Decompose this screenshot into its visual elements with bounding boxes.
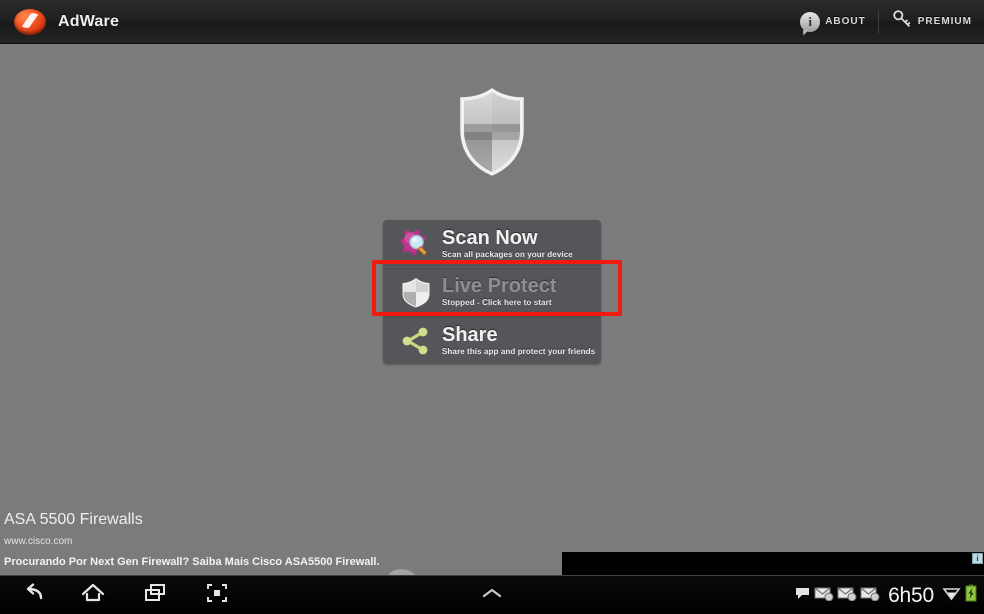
screenshot-button[interactable]	[186, 576, 248, 614]
menu-item-subtitle: Share this app and protect your friends	[442, 346, 596, 356]
menu-item-subtitle: Stopped - Click here to start	[442, 298, 552, 307]
key-icon	[891, 8, 913, 35]
ad-text-block[interactable]: ASA 5500 Firewalls www.cisco.com Procura…	[4, 510, 424, 569]
adware-oval-logo-icon	[14, 6, 46, 38]
menu-item-scan-now[interactable]: Scan Now Scan all packages on your devic…	[383, 220, 601, 268]
recent-apps-button[interactable]	[124, 576, 186, 614]
shield-icon	[456, 86, 528, 178]
chevron-up-icon	[479, 586, 505, 605]
home-icon	[80, 582, 106, 609]
app-header: AdWare i ABOUT PREMIUM	[0, 0, 984, 44]
ad-description: Procurando Por Next Gen Firewall? Saiba …	[4, 556, 380, 568]
mail-icon	[814, 585, 834, 606]
share-nodes-icon	[399, 324, 433, 358]
speech-bubble-icon	[794, 585, 811, 606]
expand-status-button[interactable]	[472, 576, 512, 614]
status-icons-group[interactable]: 6h50	[794, 576, 978, 614]
advertisement-area[interactable]: ASA 5500 Firewalls www.cisco.com Procura…	[0, 508, 984, 614]
mail-icon	[837, 585, 857, 606]
premium-button[interactable]: PREMIUM	[879, 0, 984, 44]
nav-buttons-group	[0, 576, 248, 614]
about-label: ABOUT	[825, 16, 866, 27]
app-title: AdWare	[58, 12, 120, 30]
menu-item-title: Scan Now	[442, 226, 538, 249]
status-clock: 6h50	[888, 583, 934, 607]
ad-url[interactable]: www.cisco.com	[4, 536, 424, 548]
shield-icon	[399, 275, 433, 309]
menu-item-title: Share	[442, 323, 498, 346]
menu-item-title: Live Protect	[442, 275, 557, 297]
battery-charging-icon	[964, 584, 978, 607]
info-bubble-icon: i	[800, 11, 821, 32]
main-content: Scan Now Scan all packages on your devic…	[0, 44, 984, 614]
header-actions: i ABOUT PREMIUM	[788, 0, 984, 44]
mail-icon	[860, 585, 880, 606]
back-button[interactable]	[0, 576, 62, 614]
premium-label: PREMIUM	[917, 16, 972, 27]
android-navigation-bar: 6h50	[0, 575, 984, 614]
back-arrow-icon	[18, 582, 44, 609]
home-button[interactable]	[62, 576, 124, 614]
about-button[interactable]: i ABOUT	[788, 0, 878, 44]
wifi-icon	[942, 584, 961, 607]
menu-item-subtitle: Scan all packages on your device	[442, 249, 573, 259]
recent-apps-icon	[142, 582, 168, 609]
virus-magnifier-icon	[399, 227, 433, 261]
adchoices-info-icon[interactable]: i	[972, 553, 983, 564]
menu-item-share[interactable]: Share Share this app and protect your fr…	[383, 316, 601, 364]
main-menu-panel: Scan Now Scan all packages on your devic…	[383, 220, 601, 364]
ad-headline[interactable]: ASA 5500 Firewalls	[4, 510, 424, 530]
menu-item-live-protect[interactable]: Live Protect Stopped - Click here to sta…	[383, 268, 601, 316]
screen-capture-icon	[204, 582, 230, 609]
